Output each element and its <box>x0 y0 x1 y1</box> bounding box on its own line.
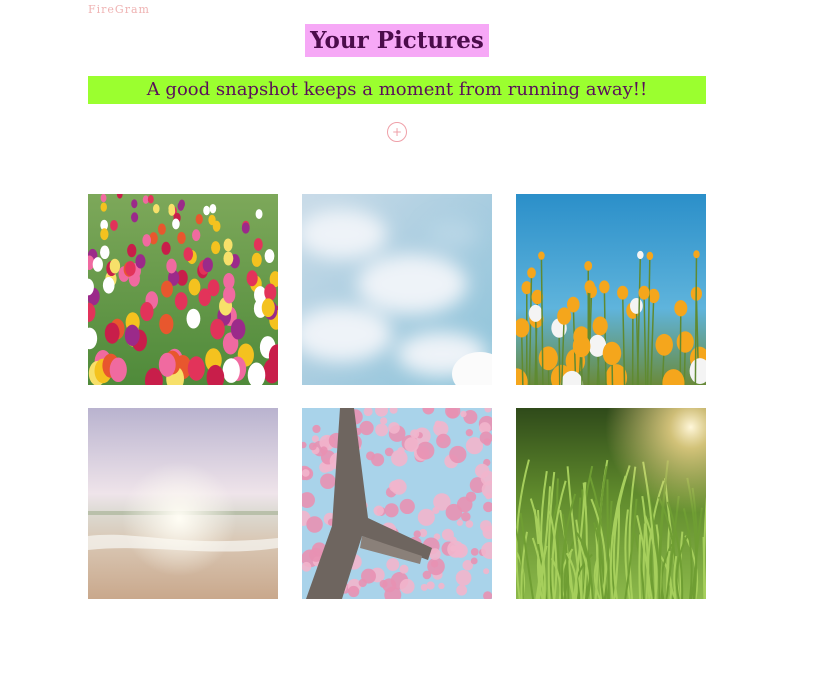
brand-logo[interactable]: FireGram <box>88 3 150 16</box>
title-wrap: Your Pictures <box>0 24 794 57</box>
orange-poppies-image <box>516 194 706 385</box>
page: FireGram Your Pictures A good snapshot k… <box>0 0 818 679</box>
photo-cherry-blossoms[interactable] <box>302 408 492 599</box>
photo-orange-poppies[interactable] <box>516 194 706 385</box>
page-title: Your Pictures <box>305 24 489 57</box>
photo-grid <box>88 194 706 599</box>
cherry-blossoms-image <box>302 408 492 599</box>
photo-tulip-field[interactable] <box>88 194 278 385</box>
photo-beach-sunset[interactable] <box>88 408 278 599</box>
plus-icon: + <box>391 125 403 139</box>
upload-button[interactable]: + <box>387 122 407 142</box>
photo-clouds-sky[interactable] <box>302 194 492 385</box>
sunlit-grass-image <box>516 408 706 599</box>
tagline: A good snapshot keeps a moment from runn… <box>88 76 706 104</box>
tulip-field-image <box>88 194 278 385</box>
photo-sunlit-grass[interactable] <box>516 408 706 599</box>
beach-sunset-image <box>88 408 278 599</box>
clouds-sky-image <box>302 194 492 385</box>
